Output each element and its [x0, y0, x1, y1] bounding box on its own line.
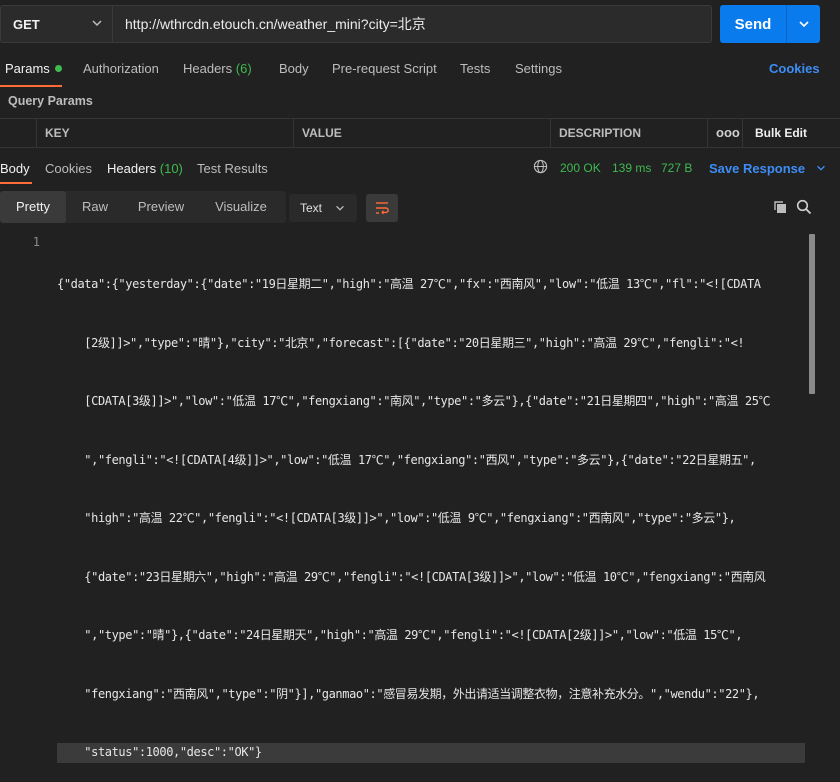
- code-line: [2级]]>","type":"晴"},"city":"北京","forecas…: [57, 335, 745, 350]
- code-line: ","type":"晴"},{"date":"24日星期天","high":"高…: [57, 628, 743, 642]
- query-params-title: Query Params: [8, 94, 93, 108]
- more-options-icon[interactable]: ooo: [716, 119, 740, 147]
- send-options-button[interactable]: [787, 17, 820, 31]
- send-button[interactable]: Send: [720, 5, 820, 43]
- status-code[interactable]: 200 OK: [560, 161, 601, 175]
- active-tab-underline: [0, 85, 62, 87]
- view-preview[interactable]: Preview: [124, 191, 198, 223]
- view-mode-switcher: Pretty Raw Preview Visualize: [0, 191, 286, 223]
- column-value: VALUE: [293, 119, 549, 147]
- response-headers-label: Headers: [107, 161, 157, 176]
- format-select[interactable]: Text: [289, 194, 357, 222]
- code-line: ","fengli":"<![CDATA[4级]]>","low":"低温 17…: [57, 452, 756, 467]
- format-label: Text: [300, 201, 323, 215]
- tab-body[interactable]: Body: [279, 61, 309, 76]
- chevron-down-icon: [336, 205, 344, 211]
- cookies-link[interactable]: Cookies: [769, 61, 820, 76]
- column-divider: [742, 119, 743, 147]
- code-line: "status":1000,"desc":"OK"}: [57, 743, 805, 763]
- copy-icon[interactable]: [772, 199, 788, 218]
- code-scrollbar[interactable]: [809, 234, 815, 394]
- view-pretty[interactable]: Pretty: [0, 191, 66, 223]
- code-line: [CDATA[3级]]>","low":"低温 17℃","fengxiang"…: [57, 394, 771, 408]
- wrap-lines-icon: [376, 202, 389, 215]
- code-line: "fengxiang":"西南风","type":"阴"}],"ganmao":…: [57, 686, 760, 701]
- response-tab-headers[interactable]: Headers (10): [107, 161, 183, 176]
- code-line: {"date":"23日星期六","high":"高温 29℃","fengli…: [57, 569, 766, 584]
- view-raw[interactable]: Raw: [66, 191, 124, 223]
- headers-count: (6): [235, 61, 252, 76]
- tab-params[interactable]: Params: [5, 61, 62, 76]
- tab-prerequest-script[interactable]: Pre-request Script: [332, 61, 437, 76]
- chevron-down-icon: [92, 20, 102, 27]
- response-headers-count: (10): [159, 161, 183, 176]
- tab-tests[interactable]: Tests: [460, 61, 490, 76]
- response-tab-underline: [0, 182, 32, 184]
- send-label: Send: [734, 15, 772, 33]
- query-params-table: KEY VALUE DESCRIPTION ooo Bulk Edit: [0, 118, 840, 148]
- globe-icon[interactable]: [533, 159, 548, 177]
- column-key: KEY: [36, 119, 300, 147]
- response-time[interactable]: 139 ms: [612, 161, 651, 175]
- response-tab-test-results[interactable]: Test Results: [197, 161, 268, 176]
- code-line: {"data":{"yesterday":{"date":"19日星期二","h…: [57, 277, 761, 291]
- tab-settings[interactable]: Settings: [515, 61, 562, 76]
- view-visualize[interactable]: Visualize: [198, 191, 284, 223]
- tab-params-label: Params: [5, 61, 50, 76]
- tab-headers-label: Headers: [183, 61, 233, 76]
- column-divider: [707, 119, 708, 147]
- bulk-edit-button[interactable]: Bulk Edit: [755, 119, 807, 147]
- save-response-label: Save Response: [709, 161, 806, 176]
- wrap-lines-button[interactable]: [366, 194, 398, 222]
- method-select[interactable]: GET: [0, 5, 112, 43]
- chevron-down-icon: [798, 21, 809, 28]
- line-number: 1: [32, 235, 40, 249]
- tab-headers[interactable]: Headers (6): [183, 61, 252, 76]
- url-input[interactable]: http://wthrcdn.etouch.cn/weather_mini?ci…: [112, 5, 712, 43]
- search-icon[interactable]: [796, 199, 812, 218]
- save-response-button[interactable]: Save Response: [709, 161, 827, 176]
- chevron-down-icon: [816, 165, 825, 171]
- code-line: "high":"高温 22℃","fengli":"<![CDATA[3级]]>…: [57, 511, 736, 525]
- column-description: DESCRIPTION: [550, 119, 709, 147]
- response-body-editor[interactable]: {"data":{"yesterday":{"date":"19日星期二","h…: [57, 236, 805, 782]
- url-text: http://wthrcdn.etouch.cn/weather_mini?ci…: [125, 16, 426, 32]
- tab-authorization[interactable]: Authorization: [83, 61, 159, 76]
- method-label: GET: [13, 16, 40, 32]
- response-tab-body[interactable]: Body: [0, 161, 30, 176]
- params-active-dot: [54, 65, 62, 72]
- response-tab-cookies[interactable]: Cookies: [45, 161, 92, 176]
- response-size[interactable]: 727 B: [661, 161, 692, 175]
